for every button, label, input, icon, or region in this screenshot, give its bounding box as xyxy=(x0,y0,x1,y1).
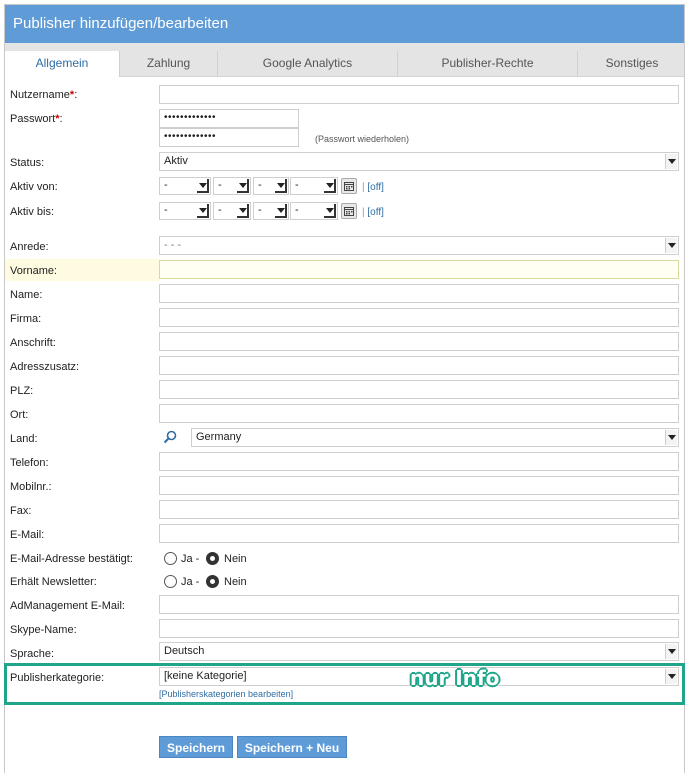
salutation-select[interactable]: - - - xyxy=(159,236,679,255)
address-extra-label: Adresszusatz: xyxy=(10,361,80,373)
fax-label: Fax: xyxy=(10,505,32,517)
active-from-day-select[interactable]: - xyxy=(159,177,211,195)
city-input[interactable] xyxy=(159,404,679,423)
address-label: Anschrift: xyxy=(10,337,56,349)
active-from-year-select[interactable]: - xyxy=(253,177,289,195)
calendar-icon[interactable] xyxy=(341,203,357,219)
active-to-day-select[interactable]: - xyxy=(159,202,211,220)
zip-label: PLZ: xyxy=(10,385,34,397)
password-repeat-input[interactable]: ••••••••••••• xyxy=(159,128,299,147)
chevron-down-icon xyxy=(237,204,249,218)
name-label: Name: xyxy=(10,289,43,301)
chevron-down-icon xyxy=(665,644,677,659)
chevron-down-icon xyxy=(665,154,677,169)
phone-input[interactable] xyxy=(159,452,679,471)
country-label: Land: xyxy=(10,433,38,445)
chevron-down-icon xyxy=(197,179,209,193)
email-input[interactable] xyxy=(159,524,679,543)
adm-email-input[interactable] xyxy=(159,595,679,614)
tab-sonstiges[interactable]: Sonstiges xyxy=(577,51,686,77)
name-input[interactable] xyxy=(159,284,679,303)
adm-email-label: AdManagement E-Mail: xyxy=(10,600,125,612)
newsletter-yes-label: Ja - xyxy=(181,576,200,588)
search-icon[interactable] xyxy=(159,428,185,447)
mobile-label: Mobilnr.: xyxy=(10,481,52,493)
active-from-off-link[interactable]: | [off] xyxy=(362,182,384,193)
language-select[interactable]: Deutsch xyxy=(159,642,679,661)
chevron-down-icon xyxy=(237,179,249,193)
chevron-down-icon xyxy=(665,430,677,445)
password-repeat-hint: (Passwort wiederholen) xyxy=(315,134,410,144)
tab-publisher-rechte[interactable]: Publisher-Rechte xyxy=(397,51,577,77)
info-annotation: nur Info xyxy=(410,666,500,690)
active-to-year-select[interactable]: - xyxy=(253,202,289,220)
active-to-hour-select[interactable]: - xyxy=(290,202,338,220)
address-extra-input[interactable] xyxy=(159,356,679,375)
tab-allgemein[interactable]: Allgemein xyxy=(5,51,119,78)
chevron-down-icon xyxy=(275,204,287,218)
chevron-down-icon xyxy=(665,238,677,253)
chevron-down-icon xyxy=(197,204,209,218)
chevron-down-icon xyxy=(324,179,336,193)
status-select[interactable]: Aktiv xyxy=(159,152,679,171)
active-to-off-link[interactable]: | [off] xyxy=(362,207,384,218)
skype-label: Skype-Name: xyxy=(10,624,77,636)
phone-label: Telefon: xyxy=(10,457,49,469)
tab-bar: Allgemein Zahlung Google Analytics Publi… xyxy=(5,43,686,78)
save-button[interactable]: Speichern xyxy=(159,736,233,758)
highlight-box xyxy=(4,663,685,705)
newsletter-label: Erhält Newsletter: xyxy=(10,576,97,588)
country-select[interactable]: Germany xyxy=(191,428,679,447)
newsletter-yes-radio[interactable] xyxy=(164,575,177,588)
newsletter-no-label: Nein xyxy=(224,576,247,588)
password-input[interactable]: ••••••••••••• xyxy=(159,109,299,128)
email-confirmed-no-label: Nein xyxy=(224,553,247,565)
company-label: Firma: xyxy=(10,313,42,325)
zip-input[interactable] xyxy=(159,380,679,399)
username-input[interactable] xyxy=(159,85,679,104)
salutation-label: Anrede: xyxy=(10,241,49,253)
save-new-button[interactable]: Speichern + Neu xyxy=(237,736,347,758)
skype-input[interactable] xyxy=(159,619,679,638)
email-confirmed-no-radio[interactable] xyxy=(206,552,219,565)
calendar-icon[interactable] xyxy=(341,178,357,194)
newsletter-no-radio[interactable] xyxy=(206,575,219,588)
active-from-hour-select[interactable]: - xyxy=(290,177,338,195)
chevron-down-icon xyxy=(324,204,336,218)
active-to-month-select[interactable]: - xyxy=(213,202,251,220)
language-label: Sprache: xyxy=(10,648,55,660)
active-from-month-select[interactable]: - xyxy=(213,177,251,195)
company-input[interactable] xyxy=(159,308,679,327)
status-value: Aktiv xyxy=(164,155,188,167)
active-from-label: Aktiv von: xyxy=(10,181,58,193)
city-label: Ort: xyxy=(10,409,29,421)
firstname-label: Vorname: xyxy=(10,265,58,277)
tab-zahlung[interactable]: Zahlung xyxy=(119,51,217,77)
password-label: Passwort*: xyxy=(10,113,63,125)
dialog-title: Publisher hinzufügen/bearbeiten xyxy=(5,5,684,43)
firstname-input[interactable] xyxy=(159,260,679,279)
status-label: Status: xyxy=(10,157,45,169)
email-confirmed-yes-label: Ja - xyxy=(181,553,200,565)
tab-google-analytics[interactable]: Google Analytics xyxy=(217,51,397,77)
fax-input[interactable] xyxy=(159,500,679,519)
mobile-input[interactable] xyxy=(159,476,679,495)
chevron-down-icon xyxy=(275,179,287,193)
email-label: E-Mail: xyxy=(10,529,45,541)
active-to-label: Aktiv bis: xyxy=(10,206,55,218)
email-confirmed-yes-radio[interactable] xyxy=(164,552,177,565)
email-confirmed-label: E-Mail-Adresse bestätigt: xyxy=(10,553,133,565)
address-input[interactable] xyxy=(159,332,679,351)
username-label: Nutzername*: xyxy=(10,89,78,101)
